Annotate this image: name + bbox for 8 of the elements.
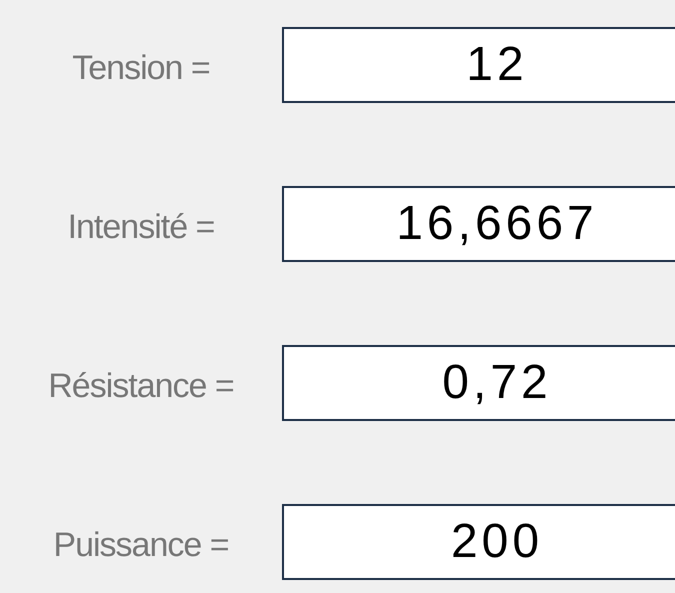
field-label: Tension = bbox=[72, 48, 210, 88]
field-label: Intensité = bbox=[68, 206, 214, 248]
input-field[interactable]: 12 bbox=[282, 27, 675, 103]
input-field[interactable]: 0,72 bbox=[282, 345, 675, 421]
input-field[interactable]: 16,6667 bbox=[282, 186, 675, 262]
field-label: Résistance = bbox=[48, 366, 234, 406]
input-field[interactable]: 200 bbox=[282, 504, 675, 580]
field-label: Puissance = bbox=[53, 524, 229, 566]
